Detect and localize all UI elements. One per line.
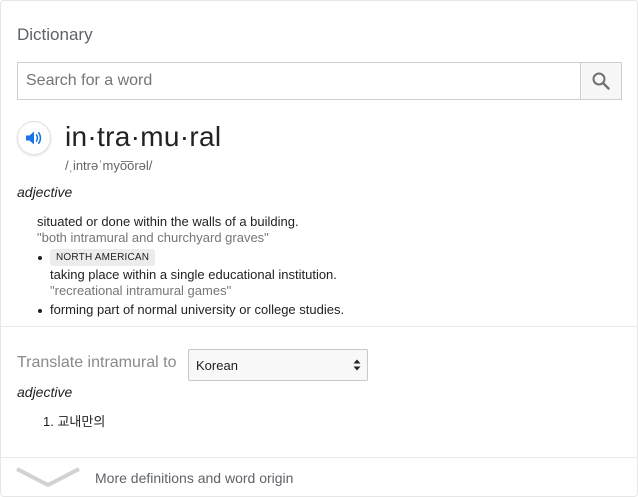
- divider: [1, 457, 638, 458]
- part-of-speech: adjective: [17, 184, 73, 200]
- definition-3: forming part of normal university or col…: [50, 302, 345, 317]
- select-arrows-icon: [353, 359, 361, 371]
- search-icon: [592, 72, 610, 90]
- translation-part-of-speech: adjective: [17, 384, 73, 400]
- search-box: [17, 62, 622, 100]
- search-input[interactable]: [18, 63, 582, 99]
- bullet: [38, 256, 42, 260]
- speaker-icon: [26, 131, 42, 145]
- translation-item: 1. 교내만의: [43, 414, 106, 429]
- more-definitions-link[interactable]: More definitions and word origin: [95, 470, 293, 486]
- definition-2: taking place within a single educational…: [50, 267, 337, 282]
- divider: [1, 326, 638, 327]
- chevron-down-icon[interactable]: [15, 465, 81, 489]
- example-2: "recreational intramural games": [50, 283, 232, 298]
- language-select[interactable]: Korean: [188, 349, 368, 381]
- headword: in·tra·mu·ral: [65, 121, 222, 152]
- phonetic-spelling: /ˌintrəˈmyo͞orəl/: [65, 158, 153, 173]
- bullet: [38, 309, 42, 313]
- dictionary-card: Dictionary in·tra·mu·ral /ˌintrəˈmyo͞orə…: [0, 0, 638, 497]
- definition-1: situated or done within the walls of a b…: [37, 214, 299, 229]
- search-button[interactable]: [580, 63, 621, 99]
- translate-label: Translate intramural to: [17, 354, 177, 371]
- language-select-value: Korean: [196, 358, 238, 373]
- widget-title: Dictionary: [17, 25, 93, 44]
- region-tag: NORTH AMERICAN: [50, 249, 156, 266]
- pronunciation-button[interactable]: [17, 121, 51, 155]
- example-1: "both intramural and churchyard graves": [37, 230, 269, 245]
